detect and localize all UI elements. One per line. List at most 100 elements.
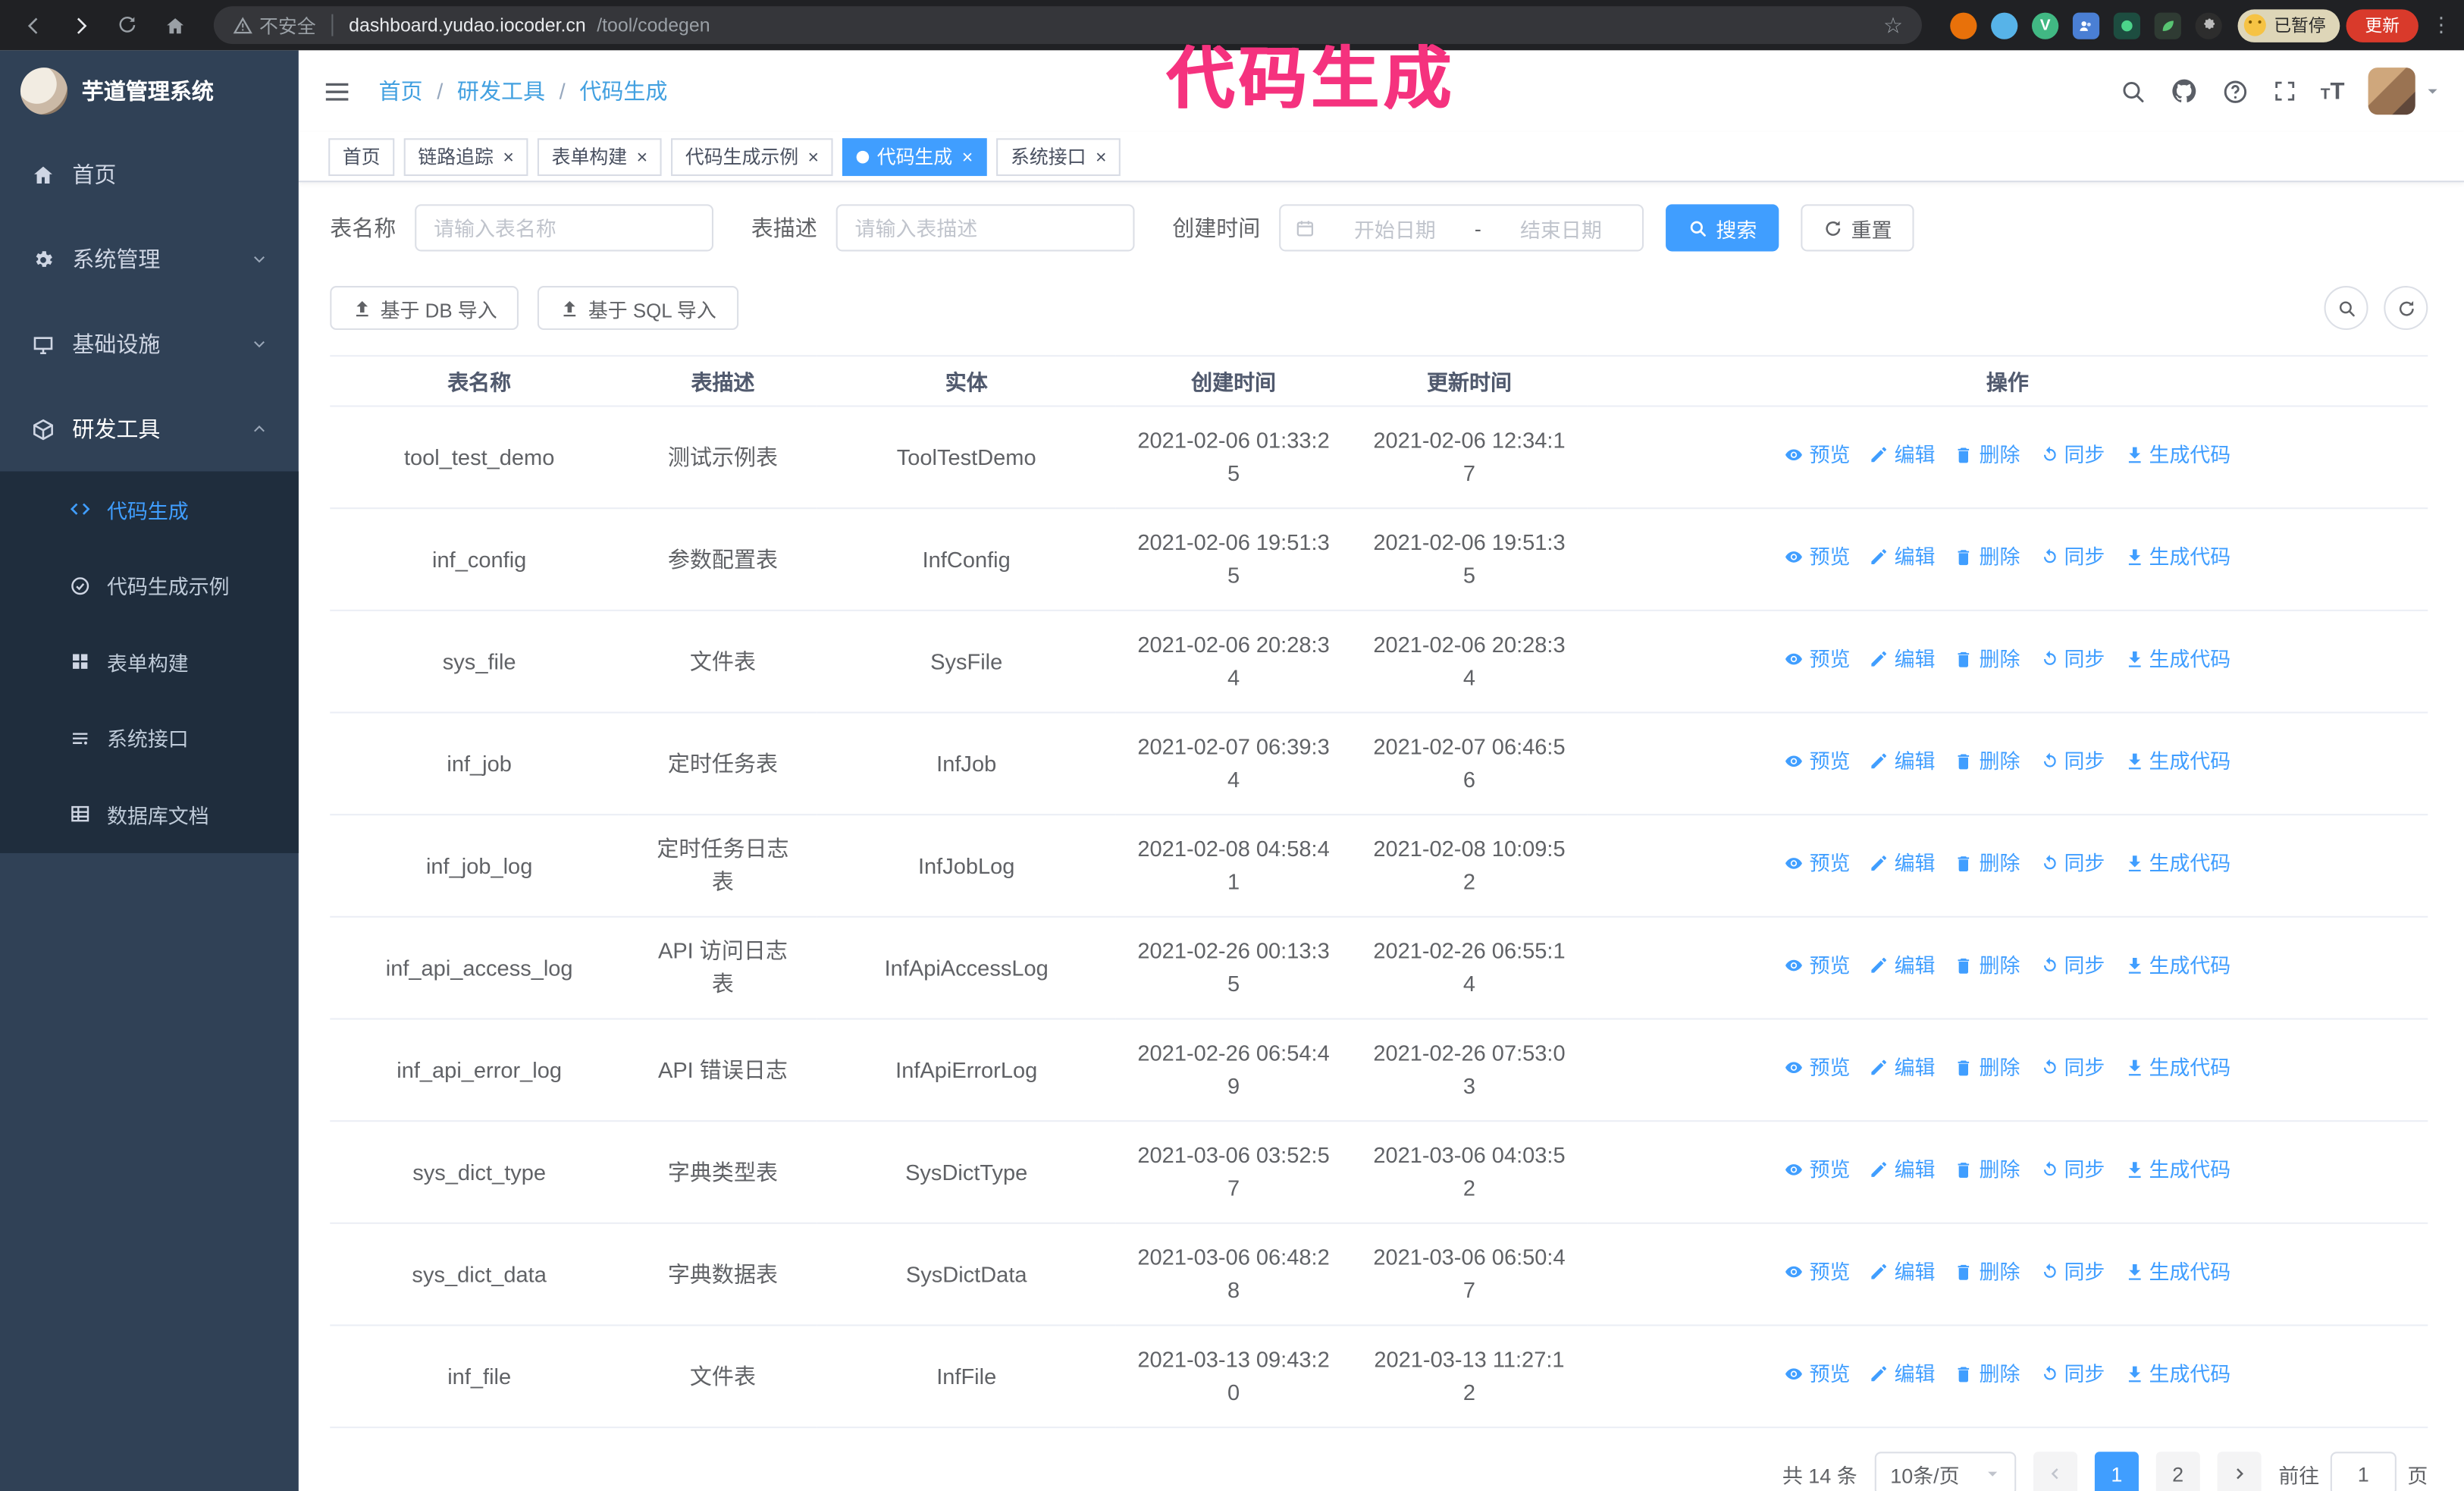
date-range-picker[interactable]: 开始日期 - 结束日期: [1279, 204, 1644, 252]
tab-item[interactable]: 代码生成示例 ×: [671, 137, 833, 175]
action-edit-link[interactable]: 编辑: [1869, 1257, 1935, 1287]
action-generate-link[interactable]: 生成代码: [2124, 950, 2230, 981]
action-preview-link[interactable]: 预览: [1784, 1359, 1851, 1389]
github-icon[interactable]: [2170, 77, 2198, 105]
browser-back-button[interactable]: [13, 5, 54, 46]
browser-reload-button[interactable]: [107, 5, 148, 46]
action-sync-link[interactable]: 同步: [2039, 1154, 2105, 1185]
tab-close-icon[interactable]: ×: [503, 147, 514, 166]
hamburger-icon[interactable]: [322, 76, 352, 105]
address-bar[interactable]: 不安全 dashboard.yudao.iocoder.cn/tool/code…: [213, 6, 1922, 45]
action-preview-link[interactable]: 预览: [1784, 644, 1851, 674]
action-generate-link[interactable]: 生成代码: [2124, 440, 2230, 470]
sidebar-item-home[interactable]: 首页: [0, 132, 299, 217]
action-edit-link[interactable]: 编辑: [1869, 848, 1935, 878]
sidebar-item-system-management[interactable]: 系统管理: [0, 217, 299, 302]
action-sync-link[interactable]: 同步: [2039, 1359, 2105, 1389]
action-edit-link[interactable]: 编辑: [1869, 541, 1935, 572]
tab-close-icon[interactable]: ×: [962, 147, 973, 166]
extension-icon-vue-devtools[interactable]: V: [2032, 11, 2059, 39]
browser-home-button[interactable]: [154, 5, 195, 46]
extension-icon-dark-green[interactable]: [2113, 11, 2141, 39]
action-preview-link[interactable]: 预览: [1784, 848, 1851, 878]
reset-button[interactable]: 重置: [1801, 204, 1914, 252]
action-generate-link[interactable]: 生成代码: [2124, 1257, 2230, 1287]
action-sync-link[interactable]: 同步: [2039, 440, 2105, 470]
action-generate-link[interactable]: 生成代码: [2124, 746, 2230, 777]
action-edit-link[interactable]: 编辑: [1869, 1359, 1935, 1389]
extension-icon-orange[interactable]: [1950, 11, 1977, 39]
action-edit-link[interactable]: 编辑: [1869, 950, 1935, 981]
fullscreen-icon[interactable]: [2272, 79, 2297, 104]
tab-item[interactable]: 链路追踪 ×: [403, 137, 528, 175]
action-sync-link[interactable]: 同步: [2039, 746, 2105, 777]
action-generate-link[interactable]: 生成代码: [2124, 848, 2230, 878]
action-sync-link[interactable]: 同步: [2039, 644, 2105, 674]
sidebar-item-dev-tools[interactable]: 研发工具: [0, 387, 299, 472]
table-desc-input[interactable]: [835, 204, 1135, 252]
extension-icon-leaf[interactable]: [2154, 11, 2181, 39]
bookmark-star-icon[interactable]: ☆: [1883, 12, 1903, 39]
action-generate-link[interactable]: 生成代码: [2124, 541, 2230, 572]
user-menu[interactable]: [2368, 67, 2440, 115]
profile-paused-badge[interactable]: 已暂停: [2237, 8, 2340, 42]
refresh-table-button[interactable]: [2384, 286, 2428, 331]
tab-item[interactable]: 表单构建 ×: [537, 137, 662, 175]
browser-update-button[interactable]: 更新: [2346, 8, 2419, 42]
sidebar-item-code-generation[interactable]: 代码生成: [0, 472, 299, 548]
prev-page-button[interactable]: [2033, 1452, 2078, 1491]
action-preview-link[interactable]: 预览: [1784, 1257, 1851, 1287]
action-sync-link[interactable]: 同步: [2039, 1053, 2105, 1083]
tab-close-icon[interactable]: ×: [808, 147, 820, 166]
security-warning[interactable]: 不安全: [233, 12, 316, 39]
import-sql-button[interactable]: 基于 SQL 导入: [538, 286, 738, 331]
action-delete-link[interactable]: 删除: [1954, 541, 2020, 572]
action-preview-link[interactable]: 预览: [1784, 950, 1851, 981]
table-name-input[interactable]: [415, 204, 714, 252]
sidebar-item-system-interface[interactable]: 系统接口: [0, 700, 299, 776]
tab-close-icon[interactable]: ×: [1096, 147, 1107, 166]
action-delete-link[interactable]: 删除: [1954, 1053, 2020, 1083]
action-delete-link[interactable]: 删除: [1954, 1154, 2020, 1185]
action-preview-link[interactable]: 预览: [1784, 746, 1851, 777]
action-preview-link[interactable]: 预览: [1784, 1154, 1851, 1185]
action-edit-link[interactable]: 编辑: [1869, 1154, 1935, 1185]
action-delete-link[interactable]: 删除: [1954, 1359, 2020, 1389]
action-sync-link[interactable]: 同步: [2039, 541, 2105, 572]
action-edit-link[interactable]: 编辑: [1869, 746, 1935, 777]
toggle-search-button[interactable]: [2324, 286, 2368, 331]
action-sync-link[interactable]: 同步: [2039, 848, 2105, 878]
tab-close-icon[interactable]: ×: [637, 147, 648, 166]
action-generate-link[interactable]: 生成代码: [2124, 1053, 2230, 1083]
action-delete-link[interactable]: 删除: [1954, 746, 2020, 777]
font-size-icon[interactable]: TT: [2321, 78, 2345, 105]
action-sync-link[interactable]: 同步: [2039, 950, 2105, 981]
breadcrumb-dev-tools[interactable]: 研发工具: [457, 75, 545, 106]
action-preview-link[interactable]: 预览: [1784, 541, 1851, 572]
browser-menu-icon[interactable]: ⋮: [2431, 13, 2451, 38]
sidebar-item-infrastructure[interactable]: 基础设施: [0, 302, 299, 387]
goto-page-input[interactable]: [2330, 1452, 2397, 1491]
sidebar-item-codegen-example[interactable]: 代码生成示例: [0, 548, 299, 623]
tab-item[interactable]: 系统接口 ×: [996, 137, 1121, 175]
action-delete-link[interactable]: 删除: [1954, 1257, 2020, 1287]
sidebar-item-form-builder[interactable]: 表单构建: [0, 623, 299, 699]
action-delete-link[interactable]: 删除: [1954, 644, 2020, 674]
help-icon[interactable]: [2221, 78, 2248, 105]
search-icon[interactable]: [2119, 78, 2146, 105]
action-generate-link[interactable]: 生成代码: [2124, 644, 2230, 674]
action-delete-link[interactable]: 删除: [1954, 950, 2020, 981]
action-generate-link[interactable]: 生成代码: [2124, 1359, 2230, 1389]
action-edit-link[interactable]: 编辑: [1869, 1053, 1935, 1083]
browser-forward-button[interactable]: [60, 5, 101, 46]
extension-icon-people[interactable]: [2072, 11, 2100, 39]
action-sync-link[interactable]: 同步: [2039, 1257, 2105, 1287]
sidebar-item-database-docs[interactable]: 数据库文档: [0, 776, 299, 852]
search-button[interactable]: 搜索: [1666, 204, 1779, 252]
action-edit-link[interactable]: 编辑: [1869, 644, 1935, 674]
action-preview-link[interactable]: 预览: [1784, 440, 1851, 470]
page-size-select[interactable]: 10条/页: [1874, 1452, 2017, 1491]
next-page-button[interactable]: [2217, 1452, 2262, 1491]
action-preview-link[interactable]: 预览: [1784, 1053, 1851, 1083]
import-db-button[interactable]: 基于 DB 导入: [330, 286, 519, 331]
